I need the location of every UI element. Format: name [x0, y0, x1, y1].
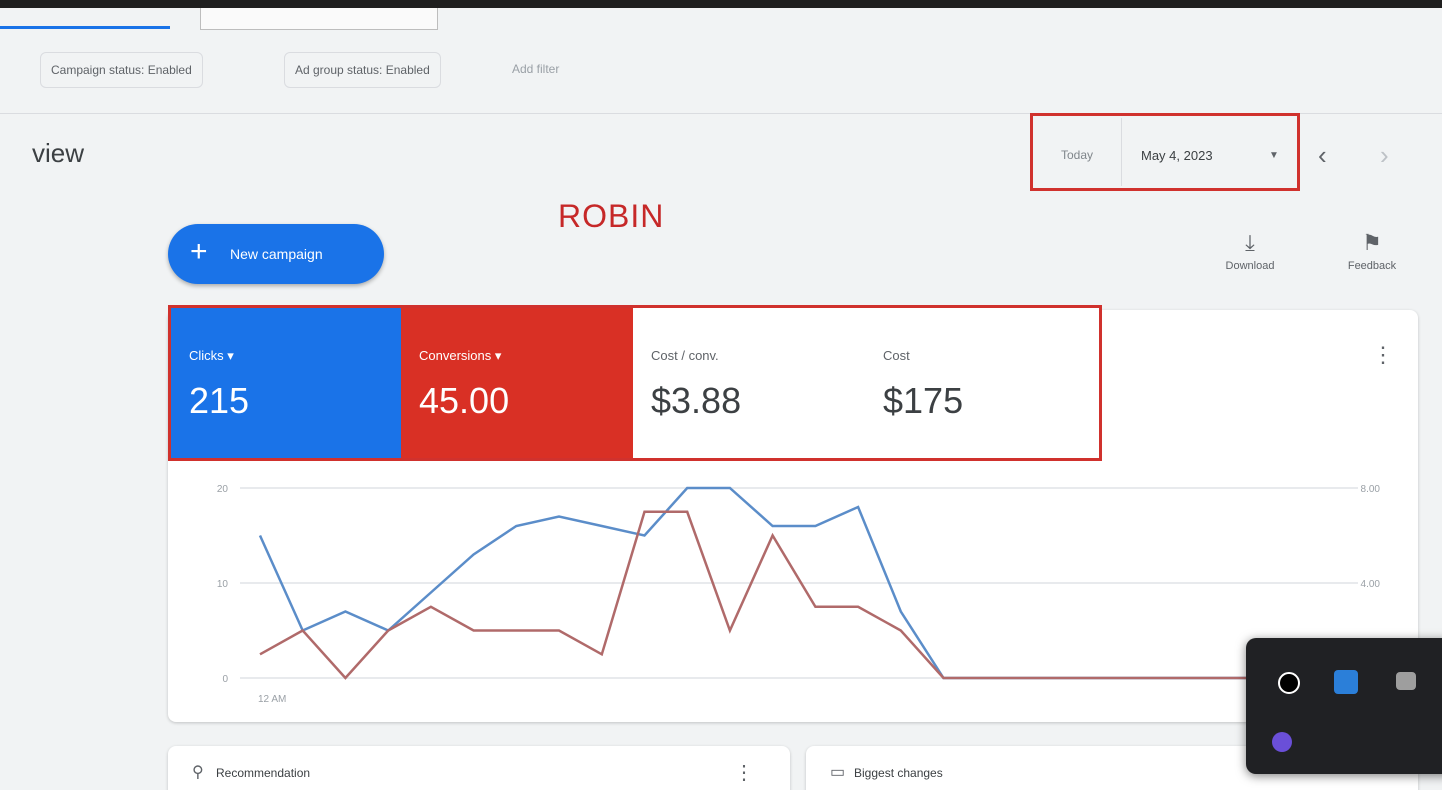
feedback-label: Feedback — [1347, 260, 1397, 272]
metric-tiles: Clicks ▾ 215 Conversions ▾ 45.00 Cost / … — [168, 305, 1102, 461]
metric-value: 215 — [189, 380, 250, 421]
date-preset[interactable]: Today — [1061, 148, 1093, 162]
filter-bar: Campaign status: Enabled Ad group status… — [0, 52, 1442, 102]
metric-label: Conversions ▾ — [419, 348, 502, 363]
download-icon: ⤓ — [1245, 230, 1255, 255]
annotation-text: ROBIN — [558, 198, 665, 234]
lightbulb-icon: ⚲ — [192, 764, 204, 781]
metric-value: $3.88 — [651, 380, 742, 421]
x-tick-label: 12 AM — [258, 694, 286, 705]
metric-value: $175 — [883, 380, 964, 421]
metric-tile-conversions[interactable]: Conversions ▾ 45.00 — [401, 308, 633, 458]
tab-campaigns[interactable] — [0, 8, 170, 29]
caret-down-icon[interactable]: ▼ — [1269, 150, 1279, 161]
metric-tile-cost[interactable]: Cost $175 — [865, 308, 1099, 458]
filter-campaign-status[interactable]: Campaign status: Enabled — [40, 52, 203, 88]
y-tick-label: 10 — [217, 579, 229, 590]
app-tray-icon[interactable] — [1278, 672, 1300, 694]
download-button[interactable]: ⤓ Download — [1212, 230, 1288, 272]
y2-tick-label: 8.00 — [1361, 484, 1381, 495]
tab-bar — [0, 8, 460, 30]
recommendation-card[interactable]: ⚲ Recommendation ⋮ — [168, 746, 790, 790]
series-line-conversions — [259, 510, 1328, 680]
divider — [1121, 118, 1122, 186]
download-label: Download — [1225, 260, 1275, 272]
y2-tick-label: 4.00 — [1361, 579, 1381, 590]
filter-ad-group-status[interactable]: Ad group status: Enabled — [284, 52, 441, 88]
app-tray-icon[interactable] — [1334, 670, 1358, 694]
date-range-picker[interactable]: Today May 4, 2023 ▼ — [1030, 113, 1300, 191]
date-value[interactable]: May 4, 2023 — [1141, 148, 1213, 163]
new-campaign-label: New campaign — [230, 246, 323, 262]
more-options-icon[interactable]: ⋮ — [734, 760, 754, 785]
metric-value: 45.00 — [419, 380, 510, 421]
new-campaign-button[interactable]: + New campaign — [168, 224, 384, 284]
recommendation-title: Recommendation — [216, 766, 311, 780]
more-options-icon[interactable]: ⋮ — [1372, 342, 1394, 368]
y-tick-label: 20 — [217, 484, 229, 495]
metric-label: Cost — [883, 348, 910, 363]
ads-overview-screen: Campaign status: Enabled Ad group status… — [0, 8, 1442, 790]
feedback-icon: ⚑ — [1362, 230, 1382, 255]
app-tray-icon[interactable] — [1396, 672, 1416, 690]
chevron-right-icon[interactable]: › — [1380, 140, 1389, 171]
app-tray-icon[interactable] — [1272, 732, 1292, 752]
plus-icon: + — [190, 235, 208, 268]
y-tick-label: 0 — [222, 674, 228, 685]
metric-label: Clicks ▾ — [189, 348, 234, 363]
biggest-changes-title: Biggest changes — [854, 766, 943, 780]
metric-label: Cost / conv. — [651, 348, 719, 363]
feedback-button[interactable]: ⚑ Feedback — [1334, 230, 1410, 272]
chevron-left-icon[interactable]: ‹ — [1318, 140, 1327, 171]
calendar-icon: ▭ — [830, 764, 846, 781]
performance-chart: 20 10 0 8.00 4.00 12 AM — [217, 484, 1381, 705]
system-tray-popup — [1246, 638, 1442, 774]
metric-tile-cost-per-conv[interactable]: Cost / conv. $3.88 — [633, 308, 865, 458]
page-title: view — [32, 138, 85, 168]
add-filter-button[interactable]: Add filter — [502, 52, 569, 86]
metric-tile-clicks[interactable]: Clicks ▾ 215 — [171, 308, 401, 458]
tab-create-campaign[interactable] — [200, 8, 438, 30]
